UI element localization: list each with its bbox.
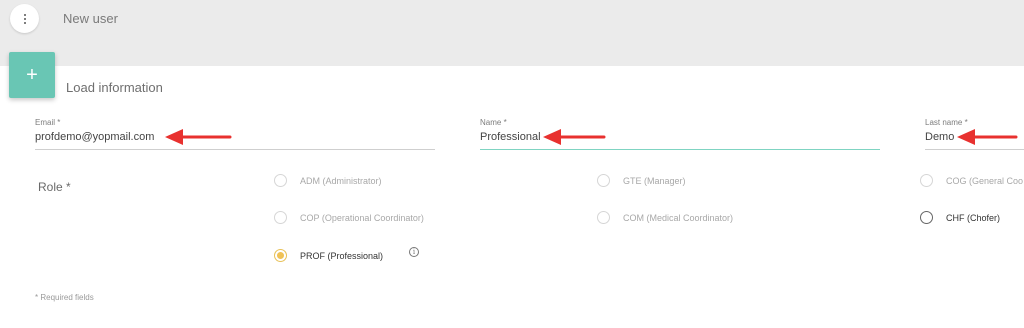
top-bar: New user bbox=[0, 0, 1024, 66]
info-icon[interactable]: i bbox=[409, 247, 419, 257]
last-name-label: Last name * bbox=[925, 118, 968, 127]
last-name-underline bbox=[925, 149, 1024, 150]
email-field[interactable]: Email * profdemo@yopmail.com bbox=[35, 118, 435, 150]
role-option-prof[interactable]: PROF (Professional) bbox=[274, 249, 383, 262]
role-option-label: ADM (Administrator) bbox=[300, 175, 382, 186]
role-option-cog[interactable]: COG (General Coo bbox=[920, 174, 1023, 187]
annotation-arrow-last-name bbox=[957, 129, 1018, 145]
email-label: Email * bbox=[35, 118, 61, 127]
annotation-arrow-name bbox=[543, 129, 606, 145]
required-fields-note: * Required fields bbox=[35, 293, 94, 302]
plus-icon: + bbox=[26, 64, 38, 86]
role-option-label: PROF (Professional) bbox=[300, 250, 384, 261]
radio-circle bbox=[597, 211, 610, 224]
role-option-label: CHF (Chofer) bbox=[946, 212, 1001, 223]
role-option-adm[interactable]: ADM (Administrator) bbox=[274, 174, 382, 187]
name-field[interactable]: Name * Professional bbox=[480, 118, 880, 150]
role-label: Role * bbox=[38, 180, 71, 194]
role-option-label: GTE (Manager) bbox=[623, 175, 686, 186]
name-value[interactable]: Professional bbox=[480, 131, 880, 143]
more-vert-icon[interactable] bbox=[10, 4, 39, 33]
role-option-label: COG (General Coo bbox=[946, 175, 1024, 186]
radio-circle bbox=[274, 211, 287, 224]
radio-circle bbox=[920, 174, 933, 187]
page-title: New user bbox=[63, 11, 118, 26]
add-button[interactable]: + bbox=[9, 52, 55, 98]
radio-circle-selected bbox=[274, 249, 287, 262]
role-option-label: COP (Operational Coordinator) bbox=[300, 212, 424, 223]
annotation-arrow-email bbox=[165, 129, 232, 145]
section-title: Load information bbox=[66, 80, 163, 95]
radio-circle bbox=[274, 174, 287, 187]
role-option-com[interactable]: COM (Medical Coordinator) bbox=[597, 211, 733, 224]
name-underline bbox=[480, 149, 880, 150]
role-option-cop[interactable]: COP (Operational Coordinator) bbox=[274, 211, 424, 224]
role-option-gte[interactable]: GTE (Manager) bbox=[597, 174, 686, 187]
radio-circle bbox=[597, 174, 610, 187]
role-option-chf[interactable]: CHF (Chofer) bbox=[920, 211, 1000, 224]
form-card bbox=[0, 66, 1024, 328]
role-option-label: COM (Medical Coordinator) bbox=[623, 212, 734, 223]
email-underline bbox=[35, 149, 435, 150]
radio-circle bbox=[920, 211, 933, 224]
email-value[interactable]: profdemo@yopmail.com bbox=[35, 131, 435, 143]
name-label: Name * bbox=[480, 118, 507, 127]
